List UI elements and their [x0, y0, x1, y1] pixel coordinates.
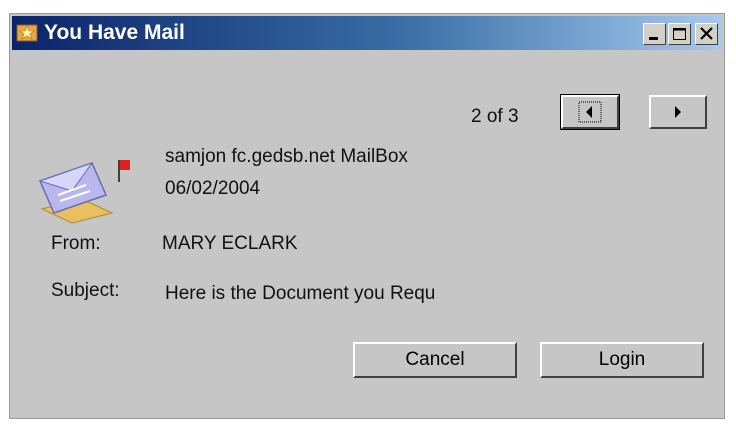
close-icon [700, 27, 713, 40]
minimize-button[interactable] [643, 23, 666, 45]
window-title: You Have Mail [44, 21, 185, 44]
envelope-flag-icon [38, 160, 130, 224]
arrow-left-icon [578, 101, 602, 123]
title-bar[interactable]: You Have Mail [12, 16, 722, 50]
mail-dialog-window: You Have Mail 2 of 3 samjon fc.gedsb.net… [9, 13, 725, 419]
close-button[interactable] [695, 23, 718, 45]
mailbox-name: samjon fc.gedsb.net MailBox [165, 146, 408, 167]
maximize-button[interactable] [668, 23, 691, 45]
mail-star-icon [16, 24, 38, 42]
subject-label: Subject: [51, 280, 120, 301]
from-value: MARY ECLARK [162, 233, 298, 254]
next-message-button[interactable] [649, 95, 707, 129]
maximize-icon [673, 28, 686, 40]
login-button[interactable]: Login [540, 342, 704, 378]
previous-message-button[interactable] [560, 94, 620, 130]
from-label: From: [51, 233, 101, 254]
pager-count: 2 of 3 [471, 106, 519, 127]
message-date: 06/02/2004 [165, 178, 261, 199]
cancel-button[interactable]: Cancel [353, 342, 517, 378]
subject-value: Here is the Document you Requ [165, 283, 436, 304]
arrow-right-icon [675, 106, 681, 118]
minimize-icon [649, 37, 658, 40]
